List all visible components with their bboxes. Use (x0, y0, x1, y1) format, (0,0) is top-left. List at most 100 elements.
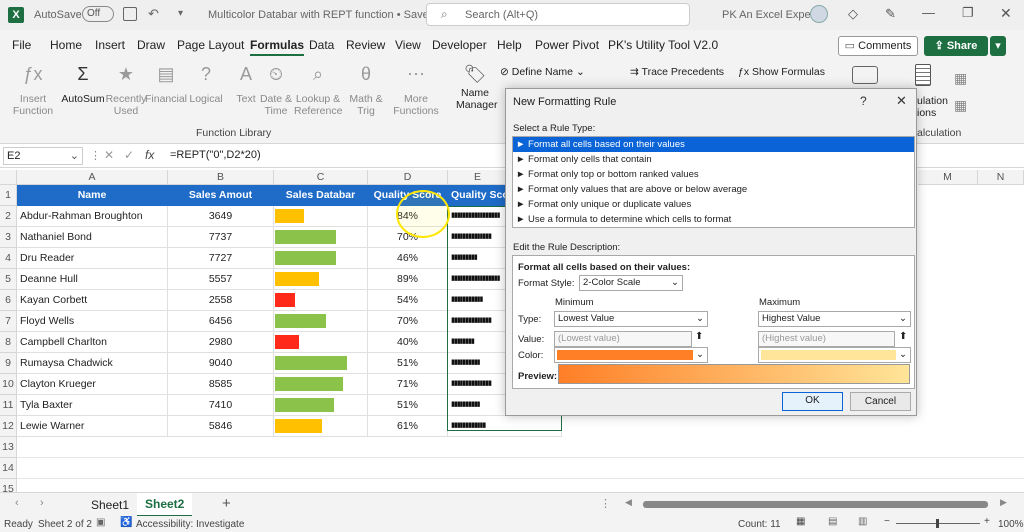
table-cell[interactable] (274, 227, 368, 248)
table-cell[interactable] (274, 416, 368, 437)
table-cell[interactable]: 8585 (168, 374, 274, 395)
table-cell[interactable]: 9040 (168, 353, 274, 374)
more-icon[interactable]: ⋮ (90, 149, 101, 162)
tab-formulas[interactable]: Formulas (250, 38, 305, 56)
column-header-d[interactable]: D (368, 170, 448, 185)
tab-home[interactable]: Home (50, 38, 82, 52)
financial-button[interactable]: ▤ Financial (145, 64, 187, 122)
table-cell[interactable]: 54% (368, 290, 448, 311)
name-box[interactable]: E2 ⌄ (3, 147, 83, 165)
macro-record-icon[interactable]: ▣ (96, 517, 105, 528)
header-cell[interactable]: Quality Sco (448, 185, 508, 206)
page-break-view-icon[interactable]: ▥ (858, 516, 867, 527)
rule-item-top-bottom[interactable]: ► Format only top or bottom ranked value… (513, 167, 914, 182)
table-cell[interactable]: Campbell Charlton (17, 332, 168, 353)
show-formulas-button[interactable]: ƒx Show Formulas (738, 66, 825, 78)
tab-file[interactable]: File (12, 38, 31, 52)
column-header-a[interactable]: A (17, 170, 168, 185)
calc-sheet-icon[interactable]: ▦ (954, 70, 967, 87)
max-color-select[interactable]: ⌄ (758, 347, 911, 363)
table-cell[interactable] (274, 248, 368, 269)
max-type-select[interactable]: Highest Value ⌄ (758, 311, 911, 327)
hscroll-right-icon[interactable]: ▶ (1000, 497, 1007, 508)
math-trig-button[interactable]: θ Math & Trig (345, 64, 387, 122)
column-header-e[interactable]: E (448, 170, 508, 185)
table-cell[interactable]: 89% (368, 269, 448, 290)
save-icon[interactable] (123, 7, 137, 21)
table-cell[interactable]: Abdur-Rahman Broughton (17, 206, 168, 227)
watch-window-icon[interactable] (852, 66, 878, 84)
row-header[interactable]: 9 (0, 353, 17, 374)
hscroll-left-icon[interactable]: ◀ (625, 497, 632, 508)
table-cell[interactable]: 5846 (168, 416, 274, 437)
dialog-close-icon[interactable]: ✕ (896, 93, 907, 109)
lookup-reference-button[interactable]: ⌕ Lookup & Reference (294, 64, 342, 122)
fx-icon[interactable]: fx (145, 148, 154, 162)
table-cell[interactable] (274, 395, 368, 416)
normal-view-icon[interactable]: ▦ (796, 516, 805, 527)
table-cell[interactable]: 46% (368, 248, 448, 269)
header-cell[interactable]: Sales Amout (168, 185, 274, 206)
table-cell[interactable]: Rumaysa Chadwick (17, 353, 168, 374)
table-cell[interactable]: Floyd Wells (17, 311, 168, 332)
comments-button[interactable]: ▭ Comments (838, 36, 918, 56)
table-cell[interactable]: Kayan Corbett (17, 290, 168, 311)
select-all-corner[interactable] (0, 170, 17, 185)
table-cell[interactable] (274, 374, 368, 395)
table-cell[interactable]: 51% (368, 395, 448, 416)
share-dropdown-button[interactable]: ▾ (990, 36, 1006, 56)
table-cell[interactable] (274, 311, 368, 332)
sheet-tab-sheet2[interactable]: Sheet2 (137, 493, 193, 517)
diamond-icon[interactable]: ◇ (848, 6, 858, 22)
zoom-in-icon[interactable]: + (984, 516, 990, 527)
enter-icon[interactable]: ✓ (124, 148, 134, 162)
row-header[interactable]: 4 (0, 248, 17, 269)
define-name-button[interactable]: ⊘ Define Name ⌄ (500, 66, 585, 78)
tab-utility-tool[interactable]: PK's Utility Tool V2.0 (608, 38, 718, 52)
max-value-input[interactable]: (Highest value) (758, 331, 895, 347)
sheet-tab-sheet1[interactable]: Sheet1 (91, 498, 129, 512)
rule-item-all-cells[interactable]: ► Format all cells based on their values (513, 137, 914, 152)
trace-precedents-button[interactable]: ⇉ Trace Precedents (630, 66, 724, 78)
row-header[interactable]: 10 (0, 374, 17, 395)
tab-insert[interactable]: Insert (95, 38, 125, 52)
table-cell[interactable]: 2558 (168, 290, 274, 311)
table-cell[interactable]: Tyla Baxter (17, 395, 168, 416)
minimize-icon[interactable]: — (922, 5, 935, 20)
table-cell[interactable]: 70% (368, 311, 448, 332)
row-header[interactable]: 2 (0, 206, 17, 227)
scroll-left-icon[interactable]: ‹ (15, 497, 19, 509)
row-header[interactable]: 12 (0, 416, 17, 437)
pen-icon[interactable]: ✎ (885, 6, 896, 22)
column-header-m[interactable]: M (918, 170, 978, 185)
horizontal-scrollbar[interactable] (643, 501, 988, 508)
tab-draw[interactable]: Draw (137, 38, 165, 52)
cancel-icon[interactable]: ✕ (104, 148, 114, 162)
row-header[interactable]: 8 (0, 332, 17, 353)
calc-now-icon[interactable]: ▦ (954, 97, 967, 114)
tab-developer[interactable]: Developer (432, 38, 487, 52)
tab-page-layout[interactable]: Page Layout (177, 38, 244, 52)
tab-data[interactable]: Data (309, 38, 334, 52)
calculator-icon[interactable] (915, 64, 931, 86)
avatar[interactable] (810, 5, 828, 23)
table-cell[interactable]: 61% (368, 416, 448, 437)
table-cell[interactable] (274, 332, 368, 353)
help-button[interactable]: ? (860, 94, 867, 108)
restore-icon[interactable]: ❐ (962, 5, 974, 21)
column-header-n[interactable]: N (978, 170, 1024, 185)
rule-item-cells-contain[interactable]: ► Format only cells that contain (513, 152, 914, 167)
zoom-out-icon[interactable]: − (884, 516, 890, 527)
table-cell[interactable]: Dru Reader (17, 248, 168, 269)
ok-button[interactable]: OK (782, 392, 843, 411)
autosave-toggle[interactable]: Off (82, 6, 114, 22)
table-cell[interactable]: Nathaniel Bond (17, 227, 168, 248)
table-cell[interactable]: 40% (368, 332, 448, 353)
more-functions-button[interactable]: ⋯ More Functions (393, 64, 439, 122)
row-header[interactable]: 6 (0, 290, 17, 311)
zoom-level[interactable]: 100% (998, 519, 1024, 530)
tab-view[interactable]: View (395, 38, 421, 52)
logical-button[interactable]: ? Logical (185, 64, 227, 122)
min-value-input[interactable]: (Lowest value) (554, 331, 692, 347)
header-cell[interactable]: Sales Databar (274, 185, 368, 206)
